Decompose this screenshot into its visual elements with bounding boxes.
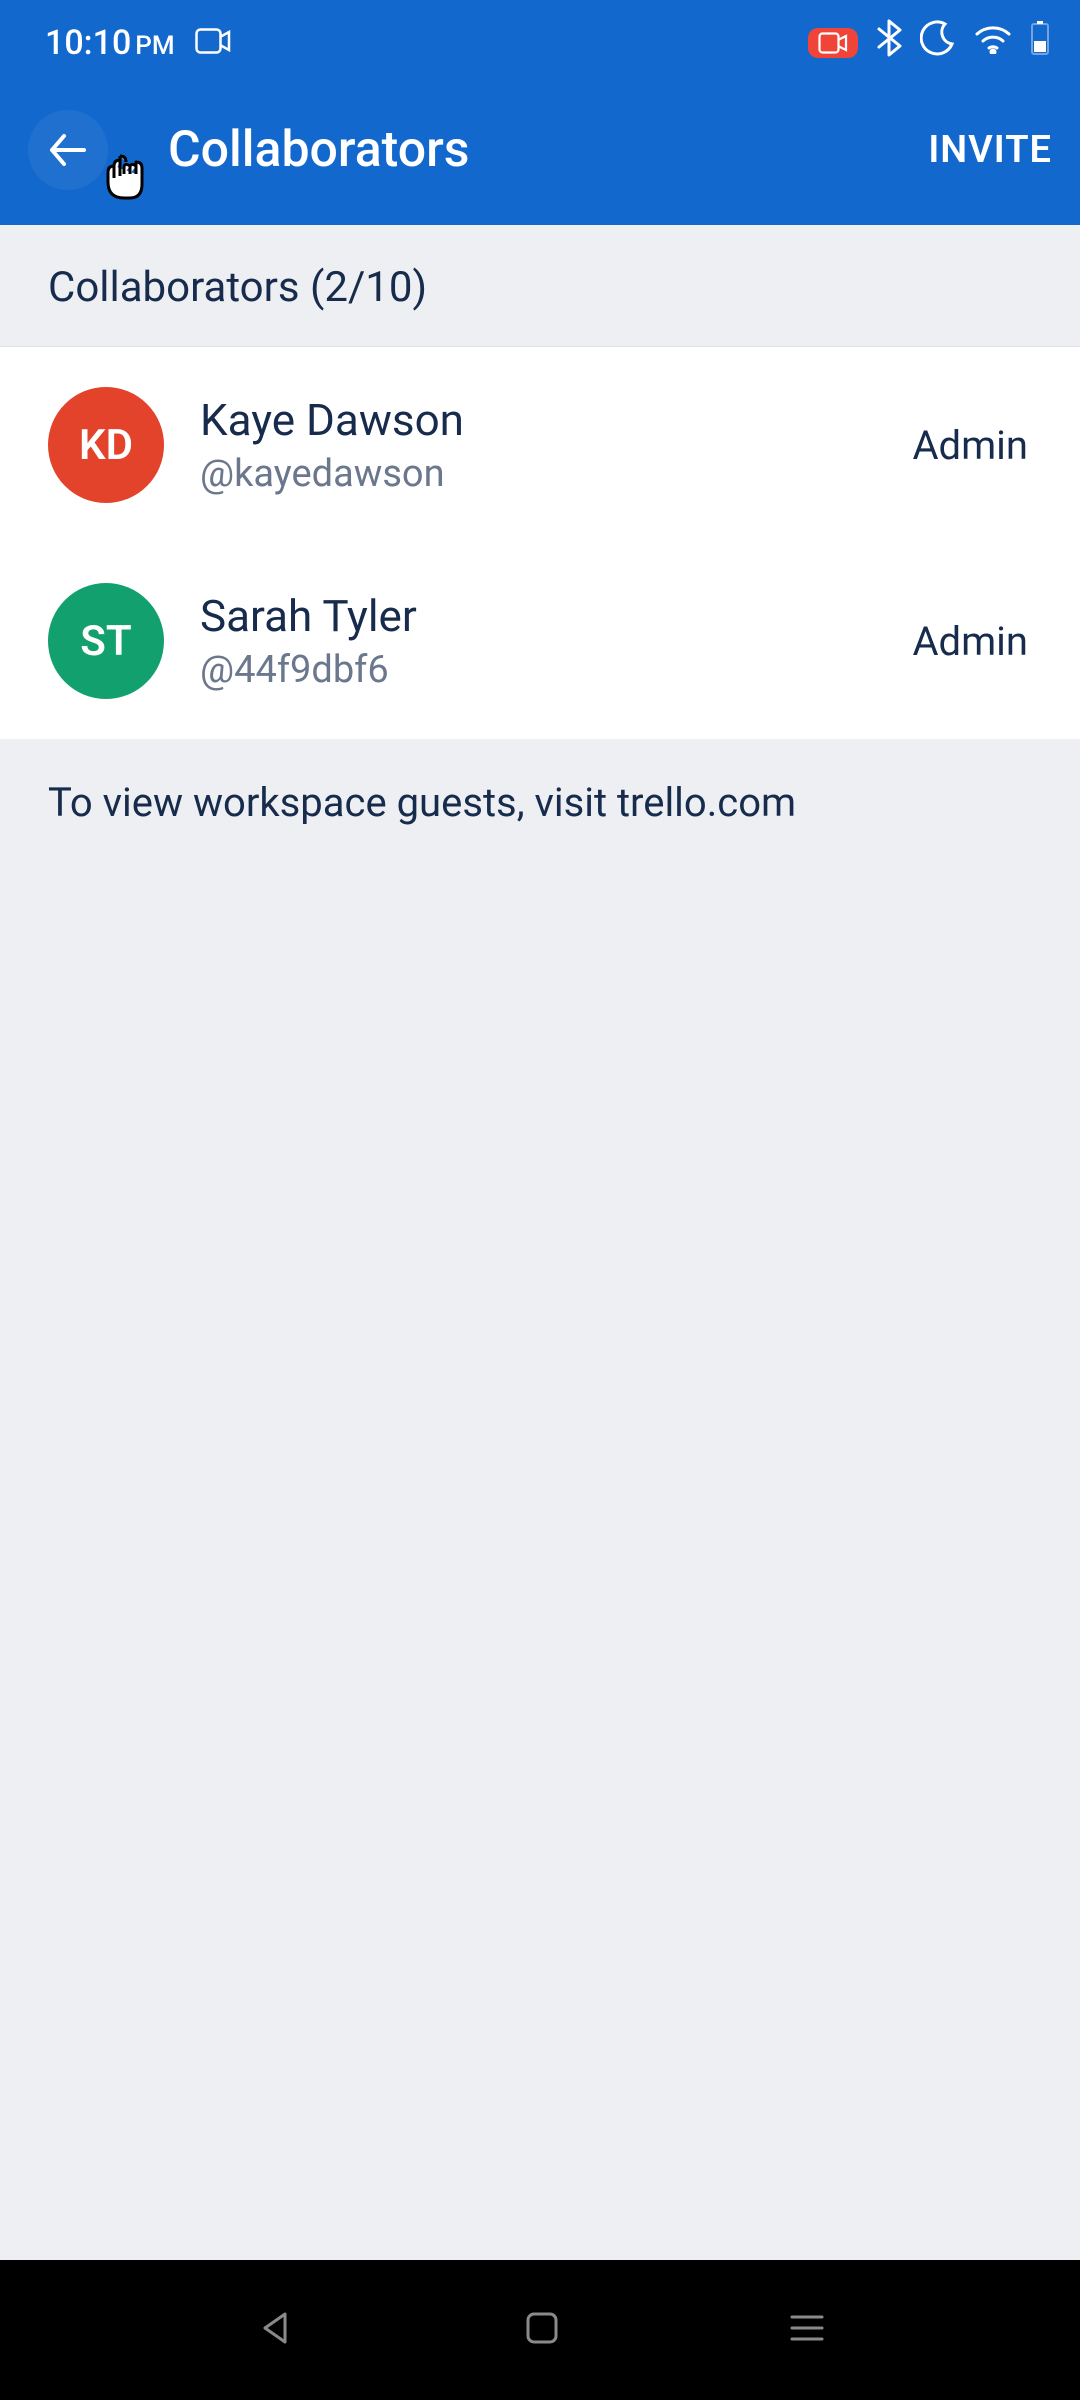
system-nav-bar <box>0 2260 1080 2400</box>
person-name: Sarah Tyler <box>200 590 876 642</box>
nav-back-button[interactable] <box>255 2308 295 2352</box>
person-info: Sarah Tyler @44f9dbf6 <box>200 590 876 692</box>
wifi-icon <box>974 23 1012 63</box>
page-title: Collaborators <box>168 121 470 179</box>
person-handle: @kayedawson <box>200 452 876 496</box>
arrow-left-icon <box>46 128 90 172</box>
video-record-icon <box>195 23 231 63</box>
status-bar: 10:10PM <box>0 0 1080 85</box>
collaborator-list: KD Kaye Dawson @kayedawson Admin ST Sara… <box>0 347 1080 739</box>
guests-note: To view workspace guests, visit trello.c… <box>0 739 1080 866</box>
section-header: Collaborators (2/10) <box>0 225 1080 347</box>
person-name: Kaye Dawson <box>200 394 876 446</box>
recording-badge-icon <box>808 28 858 58</box>
bluetooth-icon <box>876 19 902 66</box>
person-handle: @44f9dbf6 <box>200 648 876 692</box>
app-bar: Collaborators INVITE <box>0 85 1080 225</box>
avatar: KD <box>48 387 164 503</box>
invite-button[interactable]: INVITE <box>928 128 1052 172</box>
moon-icon <box>920 20 956 65</box>
person-role: Admin <box>912 422 1028 469</box>
back-button[interactable] <box>28 110 108 190</box>
list-item[interactable]: KD Kaye Dawson @kayedawson Admin <box>0 347 1080 543</box>
battery-icon <box>1030 21 1050 64</box>
status-time: 10:10PM <box>45 23 175 63</box>
person-role: Admin <box>912 618 1028 665</box>
nav-home-button[interactable] <box>524 2310 560 2350</box>
list-item[interactable]: ST Sarah Tyler @44f9dbf6 Admin <box>0 543 1080 739</box>
status-left: 10:10PM <box>45 23 231 63</box>
nav-recents-button[interactable] <box>789 2313 825 2347</box>
avatar: ST <box>48 583 164 699</box>
person-info: Kaye Dawson @kayedawson <box>200 394 876 496</box>
spacer <box>0 866 1080 2260</box>
status-right <box>808 19 1050 66</box>
